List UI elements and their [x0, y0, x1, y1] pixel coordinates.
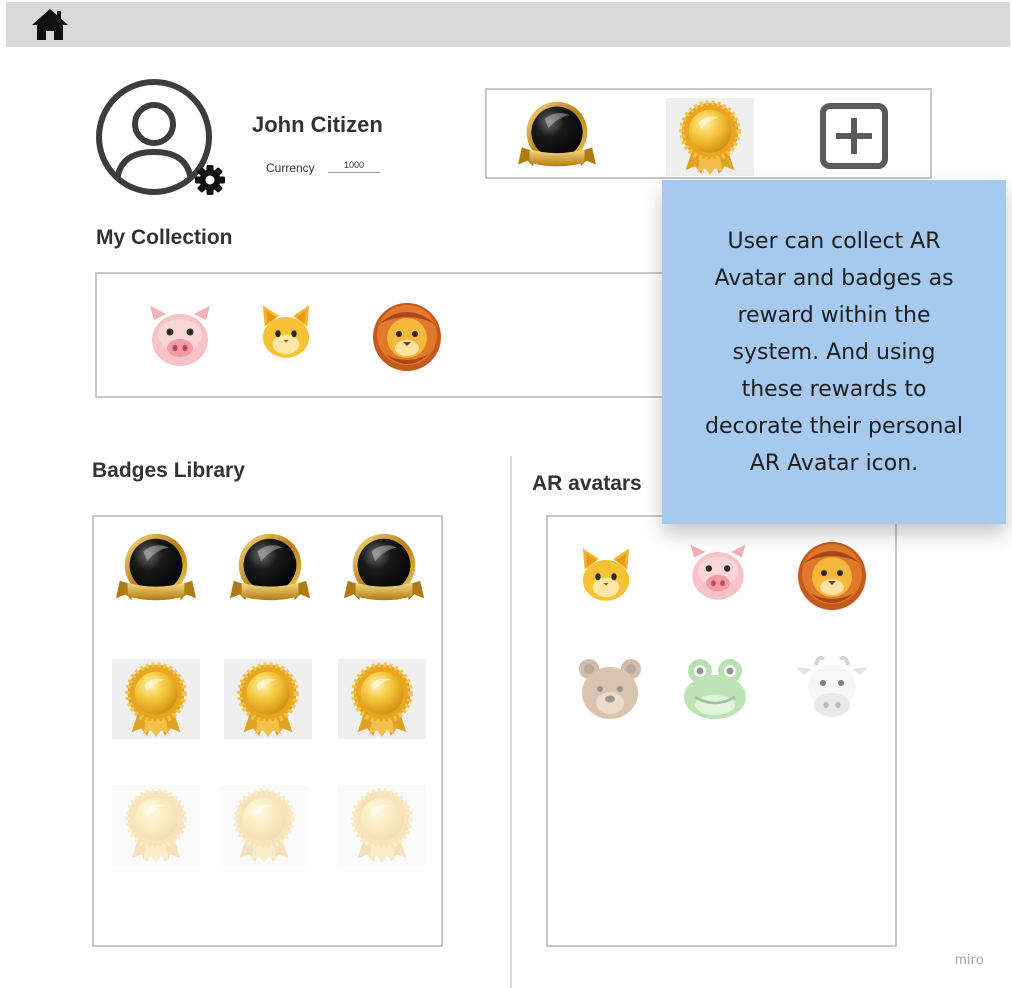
cow-avatar-icon[interactable] — [796, 653, 868, 725]
sticky-note-line: User can collect AR — [727, 228, 941, 254]
sticky-note-line: these rewards to — [741, 376, 927, 402]
sticky-note[interactable]: User can collect AR Avatar and badges as… — [662, 180, 1006, 524]
home-icon[interactable] — [30, 6, 70, 42]
badge-tile[interactable] — [338, 659, 426, 739]
gold-rosette-badge-icon — [112, 785, 200, 865]
ar-avatars-title: AR avatars — [532, 472, 642, 495]
lion-avatar-icon[interactable] — [796, 539, 868, 611]
bear-avatar-icon[interactable] — [574, 653, 646, 725]
miro-watermark: miro — [955, 951, 985, 967]
pig-avatar-icon[interactable] — [144, 302, 216, 374]
sticky-note-line: AR Avatar icon. — [749, 450, 919, 476]
currency-value: 1000 — [328, 160, 380, 173]
locked-badge-tile[interactable] — [220, 785, 308, 865]
my-collection-panel — [95, 272, 695, 398]
pig-avatar-icon[interactable] — [685, 541, 751, 607]
gold-badge-tile[interactable] — [666, 98, 754, 176]
my-collection-title: My Collection — [96, 226, 233, 249]
black-gold-badge-icon[interactable] — [226, 529, 314, 609]
locked-badge-tile[interactable] — [112, 785, 200, 865]
section-divider — [510, 456, 512, 988]
gold-rosette-badge-icon — [338, 785, 426, 865]
badges-library-panel — [92, 515, 443, 947]
gold-rosette-badge-icon — [224, 659, 312, 739]
locked-badge-tile[interactable] — [338, 785, 426, 865]
sticky-note-line: reward within the — [737, 302, 931, 328]
sticky-note-line: Avatar and badges as — [714, 265, 954, 291]
black-gold-badge-icon[interactable] — [340, 529, 428, 609]
lion-avatar-icon[interactable] — [371, 300, 443, 372]
cat-avatar-icon[interactable] — [574, 543, 638, 607]
ar-avatars-panel — [546, 515, 897, 947]
badge-tile[interactable] — [224, 659, 312, 739]
gold-rosette-badge-icon — [666, 98, 754, 176]
black-gold-badge-icon[interactable] — [112, 529, 200, 609]
gold-rosette-badge-icon — [220, 785, 308, 865]
username: John Citizen — [252, 112, 383, 137]
badges-library-title: Badges Library — [92, 459, 245, 482]
gold-rosette-badge-icon — [338, 659, 426, 739]
gold-rosette-badge-icon — [112, 659, 200, 739]
cat-avatar-icon[interactable] — [254, 300, 318, 364]
badge-tile[interactable] — [112, 659, 200, 739]
settings-gear-icon[interactable] — [193, 163, 227, 197]
black-gold-badge-icon[interactable] — [514, 98, 600, 174]
top-bar — [6, 2, 1010, 47]
add-badge-icon[interactable] — [819, 102, 889, 170]
sticky-note-text: User can collect AR Avatar and badges as… — [705, 223, 963, 482]
frog-avatar-icon[interactable] — [679, 653, 751, 725]
sticky-note-line: system. And using — [732, 339, 936, 365]
sticky-note-line: decorate their personal — [705, 413, 963, 439]
currency-label: Currency — [266, 161, 315, 175]
equipped-badges-panel — [485, 88, 932, 179]
